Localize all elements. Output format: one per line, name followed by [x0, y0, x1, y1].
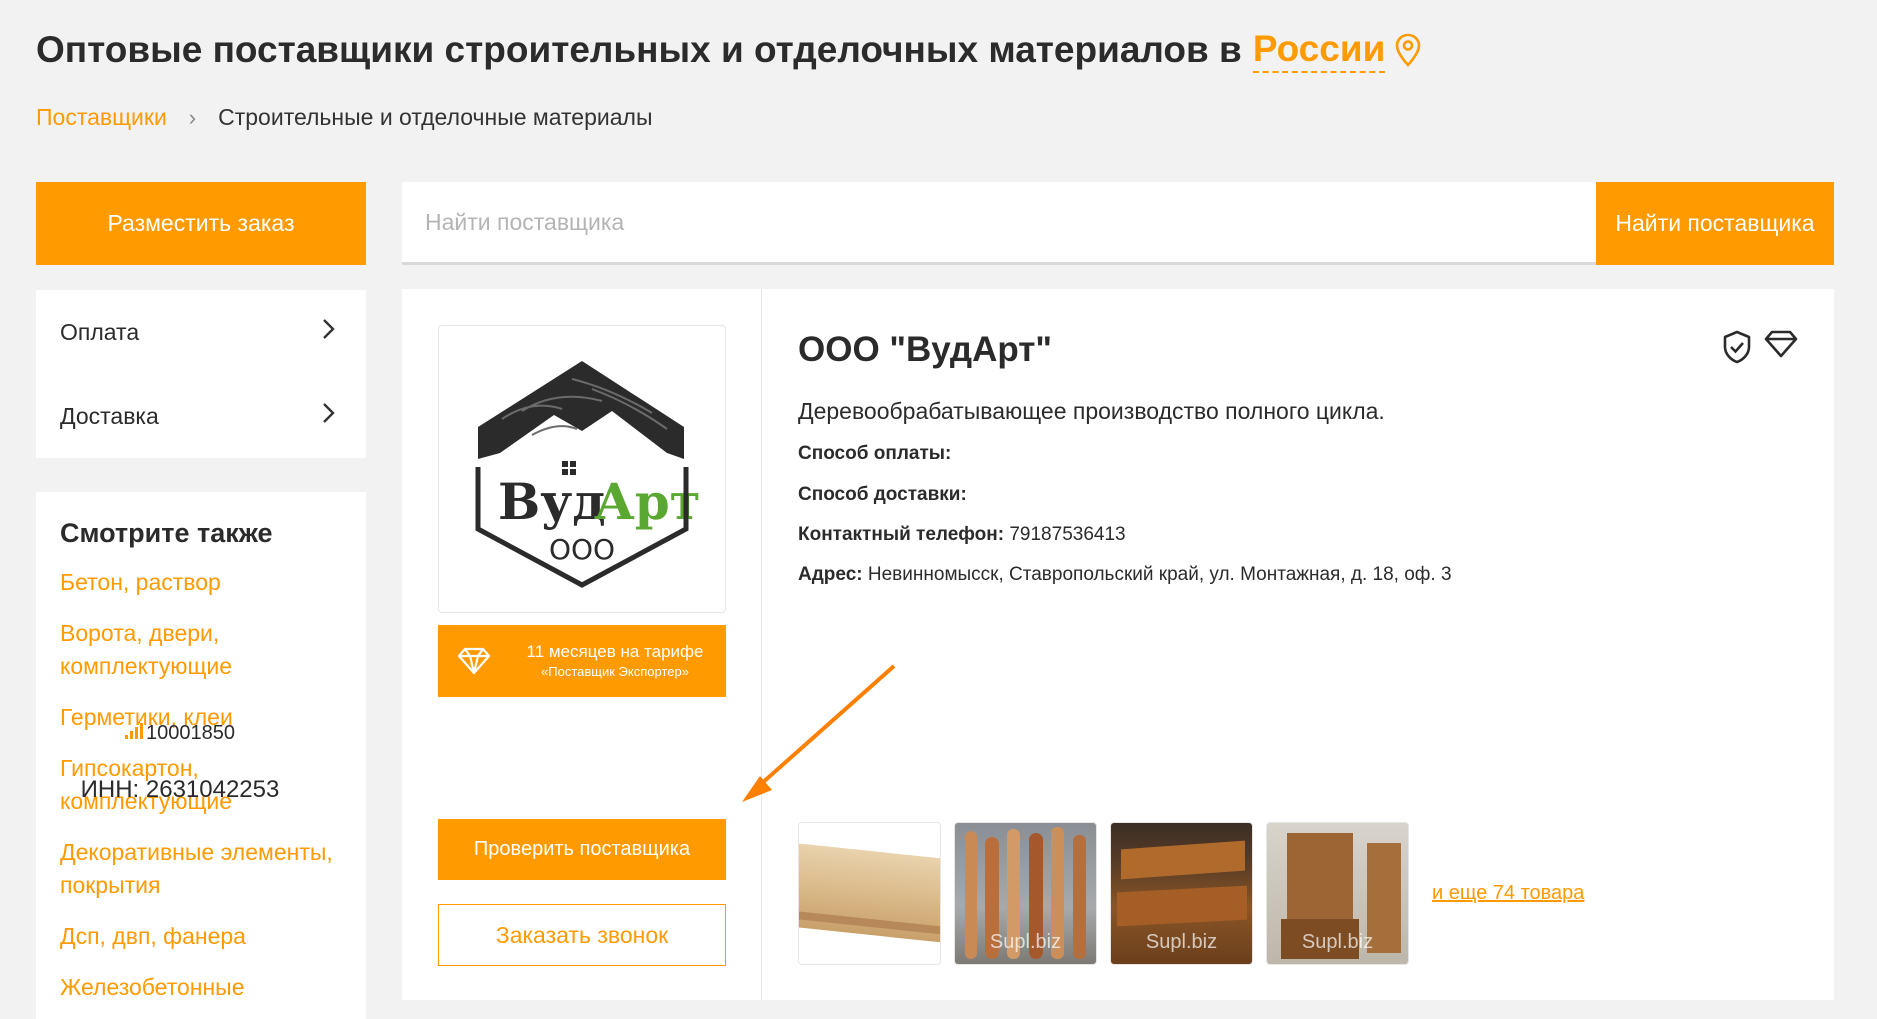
breadcrumb-current: Строительные и отделочные материалы [218, 104, 653, 130]
product-thumbnail[interactable]: Supl.biz [1110, 822, 1253, 965]
see-also-link[interactable]: Декоративные элементы, покрытия [60, 836, 342, 902]
breadcrumb-separator: › [188, 104, 197, 130]
address-row: Адрес: Невинномысск, Ставропольский край… [798, 564, 1452, 586]
verified-shield-icon[interactable] [1722, 330, 1752, 369]
breadcrumb-suppliers-link[interactable]: Поставщики [36, 104, 167, 131]
company-description: Деревообрабатывающее производство полног… [798, 398, 1385, 424]
thumbnail-watermark: Supl.biz [1301, 931, 1374, 953]
search-bar: Найти поставщика [402, 182, 1834, 265]
chevron-right-icon [322, 318, 336, 346]
region-selector-link[interactable]: России [1252, 28, 1386, 73]
delivery-method-label: Способ доставки: [798, 484, 967, 505]
product-thumbnail[interactable]: Supl.biz [1266, 822, 1409, 965]
breadcrumb: Поставщики › Строительные и отделочные м… [36, 104, 652, 131]
product-thumbnails: Supl.biz Supl.biz Supl.biz Supl.biz и ещ… [798, 822, 1584, 965]
diamond-icon [438, 647, 510, 675]
page-title-text: Оптовые поставщики строительных и отдело… [36, 29, 1242, 71]
see-also-title: Смотрите также [60, 518, 273, 548]
see-also-link[interactable]: Дсп, двп, фанера [60, 920, 342, 953]
inn-number: ИНН: 2631042253 [80, 776, 280, 803]
company-name[interactable]: ООО "ВудАрт" [798, 330, 1052, 370]
rating-value: 10001850 [146, 722, 235, 744]
tariff-duration: 11 месяцев на тарифе [526, 642, 704, 661]
phone-value[interactable]: 79187536413 [1009, 524, 1125, 545]
see-also-link[interactable]: Железобетонные [60, 971, 342, 1004]
filter-payment-label: Оплата [60, 318, 140, 345]
product-thumbnail[interactable]: Supl.biz [954, 822, 1097, 965]
supplier-search-input[interactable] [402, 182, 1596, 262]
thumbnail-watermark: Supl.biz [989, 931, 1062, 953]
tariff-name: «Поставщик Экспортер» [541, 664, 689, 679]
chevron-right-icon [322, 402, 336, 430]
filter-panel: Оплата Доставка [36, 290, 366, 458]
payment-method-row: Способ оплаты: [798, 443, 951, 465]
badge-icons [1722, 330, 1798, 369]
order-call-button[interactable]: Заказать звонок [438, 904, 726, 966]
location-pin-icon[interactable] [1395, 33, 1421, 68]
see-also-link[interactable]: Ворота, двери, комплектующие [60, 617, 342, 683]
address-value: Невинномысск, Ставропольский край, ул. М… [867, 564, 1452, 585]
logo-wordmark-1: Вуд [498, 472, 606, 531]
delivery-method-row: Способ доставки: [798, 484, 967, 506]
search-submit-button[interactable]: Найти поставщика [1596, 182, 1834, 265]
page-title: Оптовые поставщики строительных и отдело… [36, 28, 1421, 73]
see-also-panel: Смотрите также Бетон, раствор Ворота, дв… [36, 492, 366, 1019]
phone-row: Контактный телефон: 79187536413 [798, 524, 1126, 546]
card-divider [761, 289, 762, 1000]
thumbnail-watermark: Supl.biz [844, 938, 895, 954]
signal-bars-icon [125, 722, 143, 745]
filter-delivery-label: Доставка [60, 402, 159, 429]
filter-delivery[interactable]: Доставка [36, 374, 366, 458]
filter-payment[interactable]: Оплата [36, 290, 366, 374]
tariff-badge: 11 месяцев на тарифе «Поставщик Экспорте… [438, 625, 726, 697]
thumbnail-watermark: Supl.biz [1145, 931, 1218, 953]
place-order-button[interactable]: Разместить заказ [36, 182, 366, 265]
address-label: Адрес: [798, 564, 863, 585]
company-logo[interactable]: Вуд Арт ООО [438, 325, 726, 613]
check-supplier-button[interactable]: Проверить поставщика [438, 819, 726, 880]
see-also-link[interactable]: Бетон, раствор [60, 566, 342, 599]
payment-method-label: Способ оплаты: [798, 443, 952, 464]
logo-sub: ООО [549, 533, 615, 566]
more-products-link[interactable]: и еще 74 товара [1432, 882, 1584, 905]
phone-label: Контактный телефон: [798, 524, 1005, 545]
product-thumbnail[interactable]: Supl.biz [798, 822, 941, 965]
rating-indicator: 10001850 [36, 722, 324, 745]
company-logo-image: Вуд Арт ООО [475, 361, 701, 588]
diamond-icon[interactable] [1764, 330, 1798, 369]
